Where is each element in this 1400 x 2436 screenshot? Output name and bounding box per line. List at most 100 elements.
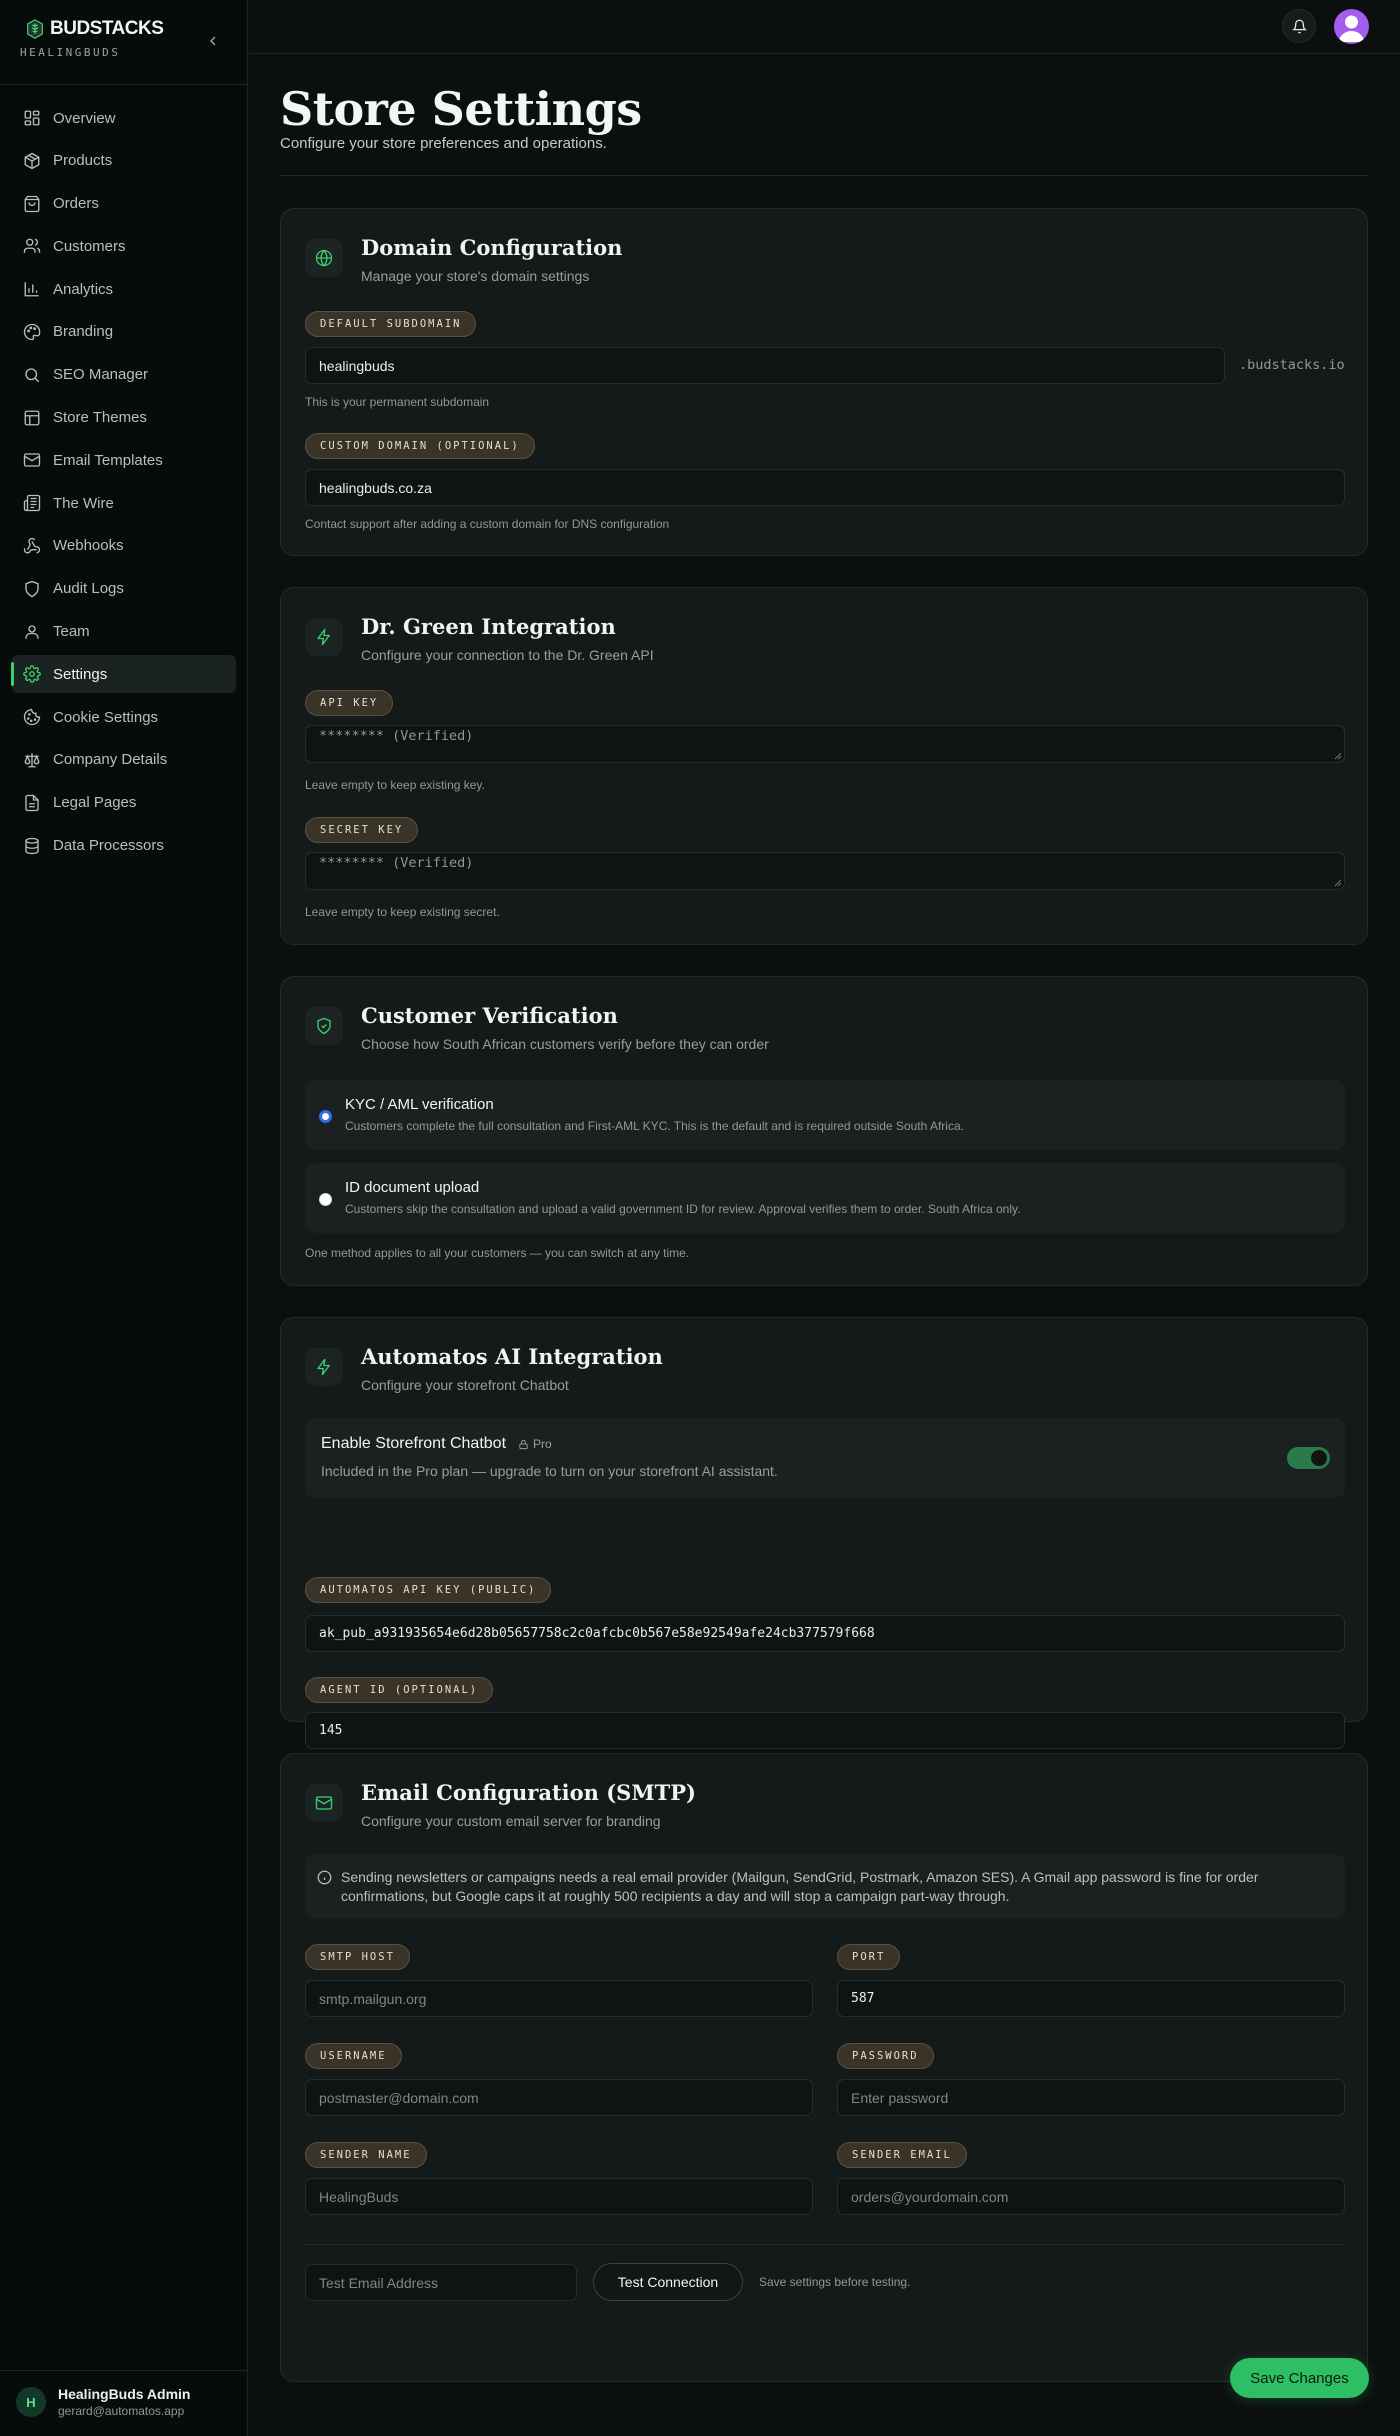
sidebar-item-settings[interactable]: Settings [11, 655, 236, 694]
sidebar-item-label: Email Templates [53, 451, 163, 469]
sidebar-item-company-details[interactable]: Company Details [12, 741, 236, 779]
sidebar-item-store-themes[interactable]: Store Themes [12, 399, 236, 437]
agent-id-input[interactable]: 145 [305, 1712, 1345, 1749]
budstacks-logo-icon [27, 19, 43, 39]
sidebar-item-cookie-settings[interactable]: Cookie Settings [12, 698, 236, 736]
shield-icon [25, 580, 39, 598]
sidebar-item-label: Audit Logs [53, 580, 124, 598]
sidebar-item-the-wire[interactable]: The Wire [12, 484, 236, 522]
user-avatar-button[interactable] [1334, 9, 1369, 44]
sidebar-item-label: Data Processors [53, 837, 164, 855]
verification-option-id-upload[interactable]: ID document upload Customers skip the co… [305, 1163, 1345, 1233]
palette-icon [23, 323, 41, 341]
card-icon-box [305, 1784, 343, 1822]
newspaper-icon [23, 494, 41, 512]
field-label: SECRET KEY [305, 817, 419, 843]
sidebar-item-customers[interactable]: Customers [12, 227, 236, 265]
sidebar-item-overview[interactable]: Overview [12, 99, 236, 137]
field-label: PORT [837, 1944, 901, 1970]
card-icon-box [305, 1007, 343, 1045]
smtp-username-input[interactable]: postmaster@domain.com [305, 2079, 813, 2116]
sidebar-item-seo-manager[interactable]: SEO Manager [12, 356, 236, 394]
test-connection-button[interactable]: Test Connection [593, 2263, 743, 2301]
field-hint: Contact support after adding a custom do… [305, 517, 670, 531]
field-hint: Leave empty to keep existing key. [305, 778, 485, 792]
brand[interactable]: BUDSTACKS HEALINGBUDS [20, 18, 164, 59]
page-subtitle: Configure your store preferences and ope… [280, 135, 607, 152]
field-hint: Leave empty to keep existing secret. [305, 905, 500, 919]
api-key-textarea[interactable]: ******** (Verified) [305, 725, 1345, 763]
sidebar-item-legal-pages[interactable]: Legal Pages [12, 784, 236, 822]
sidebar-item-webhooks[interactable]: Webhooks [12, 527, 236, 565]
subdomain-input[interactable]: healingbuds [305, 347, 1225, 384]
radio-button[interactable] [319, 1110, 332, 1123]
top-bar [249, 0, 1400, 54]
sidebar-item-data-processors[interactable]: Data Processors [12, 827, 236, 865]
field-label: AGENT ID (OPTIONAL) [305, 1677, 494, 1703]
card-title: Dr. Green Integration [361, 614, 616, 639]
smtp-password-input[interactable]: Enter password [837, 2079, 1345, 2116]
card-description: Manage your store's domain settings [361, 268, 590, 284]
user-profile[interactable]: H HealingBuds Admin gerard@automatos.app [16, 2386, 191, 2418]
mail-icon [315, 1796, 333, 1810]
secret-key-placeholder: ******** (Verified) [319, 855, 474, 871]
smtp-port-input[interactable]: 587 [837, 1980, 1345, 2017]
chatbot-toggle[interactable] [1287, 1447, 1330, 1469]
user-email: gerard@automatos.app [58, 2404, 185, 2418]
field-label: PASSWORD [837, 2043, 934, 2069]
test-email-input[interactable]: Test Email Address [305, 2264, 577, 2301]
notifications-button[interactable] [1282, 9, 1316, 43]
card-title: Automatos AI Integration [361, 1344, 663, 1369]
sidebar-item-label: Branding [53, 323, 114, 341]
sidebar-divider [0, 84, 248, 85]
sender-name-input[interactable]: HealingBuds [305, 2178, 813, 2215]
zap-icon [317, 1358, 330, 1376]
option-title: ID document upload [345, 1179, 480, 1196]
sender-email-input[interactable]: orders@yourdomain.com [837, 2178, 1345, 2215]
sidebar-item-audit-logs[interactable]: Audit Logs [12, 570, 236, 608]
resize-grip-icon[interactable] [1334, 752, 1342, 760]
sidebar-item-label: SEO Manager [53, 366, 149, 384]
card-icon-box [305, 618, 343, 656]
dr-green-integration-card: Dr. Green Integration Configure your con… [280, 587, 1368, 945]
api-key-placeholder: ******** (Verified) [319, 728, 474, 744]
custom-domain-input[interactable]: healingbuds.co.za [305, 469, 1345, 506]
sidebar-item-label: Settings [53, 665, 108, 683]
sidebar-item-email-templates[interactable]: Email Templates [12, 441, 236, 479]
bar-chart-icon [24, 282, 39, 297]
resize-grip-icon[interactable] [1334, 879, 1342, 887]
sidebar-item-analytics[interactable]: Analytics [12, 270, 236, 308]
field-label: SENDER EMAIL [837, 2142, 967, 2168]
domain-configuration-card: Domain Configuration Manage your store's… [280, 208, 1368, 556]
chatbot-description: Included in the Pro plan — upgrade to tu… [321, 1463, 778, 1479]
radio-button[interactable] [319, 1193, 332, 1206]
sidebar-item-orders[interactable]: Orders [12, 185, 236, 223]
sidebar-item-label: Team [53, 623, 90, 641]
test-hint: Save settings before testing. [759, 2275, 911, 2289]
scale-icon [24, 753, 40, 768]
sidebar-item-label: The Wire [53, 494, 114, 512]
option-title: KYC / AML verification [345, 1096, 494, 1113]
automatos-integration-card: Automatos AI Integration Configure your … [280, 1317, 1368, 1749]
sidebar-item-label: Customers [53, 237, 126, 255]
sidebar-item-team[interactable]: Team [12, 613, 236, 651]
field-label: USERNAME [305, 2043, 402, 2069]
card-description: Configure your custom email server for b… [361, 1813, 661, 1829]
chevron-left-icon [209, 36, 216, 46]
sidebar-item-label: Store Themes [53, 409, 147, 427]
brand-name: BUDSTACKS [50, 18, 164, 39]
sidebar-item-label: Products [53, 152, 113, 170]
automatos-api-key-input[interactable]: ak_pub_a931935654e6d28b05657758c2c0afcbc… [305, 1615, 1345, 1652]
sidebar-item-label: Company Details [53, 751, 168, 769]
smtp-host-input[interactable]: smtp.mailgun.org [305, 1980, 813, 2017]
save-changes-button[interactable]: Save Changes [1230, 2358, 1369, 2398]
chatbot-title: Enable Storefront Chatbot [321, 1435, 507, 1452]
sidebar-item-branding[interactable]: Branding [12, 313, 236, 351]
collapse-sidebar-button[interactable] [204, 32, 222, 50]
sidebar-item-products[interactable]: Products [12, 142, 236, 180]
card-description: Choose how South African customers verif… [361, 1036, 769, 1052]
card-description: Configure your storefront Chatbot [361, 1377, 569, 1393]
verification-option-kyc[interactable]: KYC / AML verification Customers complet… [305, 1080, 1345, 1150]
secret-key-textarea[interactable]: ******** (Verified) [305, 852, 1345, 890]
database-icon [25, 837, 39, 854]
